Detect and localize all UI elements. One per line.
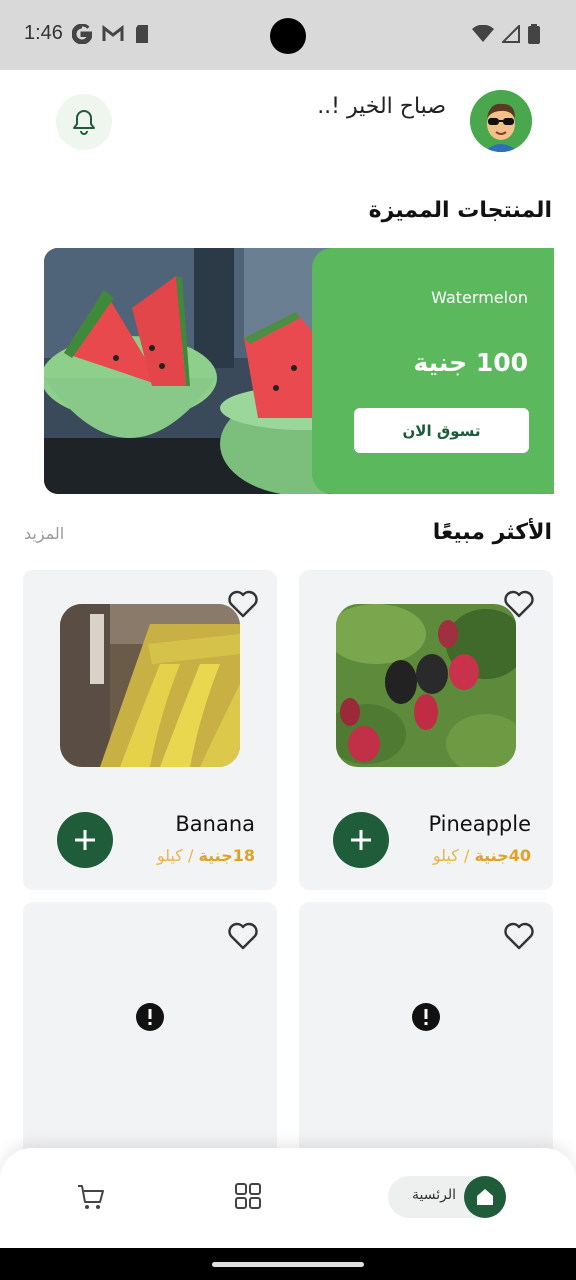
plus-icon <box>75 830 95 850</box>
price-unit: / كيلو <box>432 846 470 865</box>
shop-now-button[interactable]: تسوق الان <box>354 408 529 453</box>
product-card-error[interactable] <box>23 902 277 1162</box>
user-avatar[interactable] <box>470 90 532 152</box>
cart-icon[interactable] <box>76 1182 106 1212</box>
product-card-pineapple[interactable]: Pineapple 40جنية / كيلو <box>299 570 553 890</box>
product-image <box>336 604 516 767</box>
wifi-icon <box>472 25 494 42</box>
see-more-link[interactable]: المزيد <box>24 524 64 543</box>
banner-price: 100 جنية <box>413 348 528 377</box>
bottom-navigation: الرئسية <box>0 1148 576 1248</box>
avatar-illustration-icon <box>470 90 532 152</box>
heart-icon[interactable] <box>503 922 535 950</box>
categories-grid-icon[interactable] <box>234 1182 262 1210</box>
status-system-icons <box>472 24 540 44</box>
error-icon <box>136 1003 164 1031</box>
featured-section-title: المنتجات المميزة <box>368 198 552 223</box>
featured-banner[interactable]: Watermelon 100 جنية تسوق الان <box>44 248 554 494</box>
price-unit: / كيلو <box>156 846 194 865</box>
greeting-text: صباح الخير !.. <box>317 94 446 119</box>
camera-cutout <box>270 18 306 54</box>
nav-home-tab[interactable]: الرئسية <box>388 1176 506 1218</box>
product-card-error[interactable] <box>299 902 553 1162</box>
product-name: Banana <box>175 812 255 836</box>
watermelon-image <box>44 248 334 494</box>
product-card-banana[interactable]: Banana 18جنية / كيلو <box>23 570 277 890</box>
notifications-button[interactable] <box>56 94 112 150</box>
google-icon <box>72 24 92 44</box>
nav-home-label: الرئسية <box>412 1187 456 1203</box>
product-image <box>60 604 240 767</box>
home-icon <box>477 1189 493 1205</box>
error-icon <box>412 1003 440 1031</box>
product-price: 18جنية / كيلو <box>157 846 255 865</box>
add-to-cart-button[interactable] <box>57 812 113 868</box>
home-indicator[interactable] <box>212 1262 364 1267</box>
status-time: 1:46 <box>24 22 63 44</box>
product-name: Pineapple <box>428 812 531 836</box>
banner-product-name: Watermelon <box>431 288 528 307</box>
add-to-cart-button[interactable] <box>333 812 389 868</box>
heart-icon[interactable] <box>503 590 535 618</box>
best-sellers-title: الأكثر مبيعًا <box>432 520 552 545</box>
status-notification-icons <box>72 24 150 44</box>
sim-card-icon <box>136 25 148 43</box>
bell-icon <box>73 110 95 135</box>
price-value: 18جنية <box>198 846 255 865</box>
battery-icon <box>528 24 540 44</box>
plus-icon <box>351 830 371 850</box>
home-icon-badge <box>464 1176 506 1218</box>
gmail-icon <box>102 25 124 41</box>
banner-info-panel: Watermelon 100 جنية تسوق الان <box>312 248 554 494</box>
heart-icon[interactable] <box>227 590 259 618</box>
status-bar: 1:46 <box>0 0 576 70</box>
price-value: 40جنية <box>474 846 531 865</box>
heart-icon[interactable] <box>227 922 259 950</box>
signal-icon <box>502 25 520 43</box>
product-price: 40جنية / كيلو <box>433 846 531 865</box>
